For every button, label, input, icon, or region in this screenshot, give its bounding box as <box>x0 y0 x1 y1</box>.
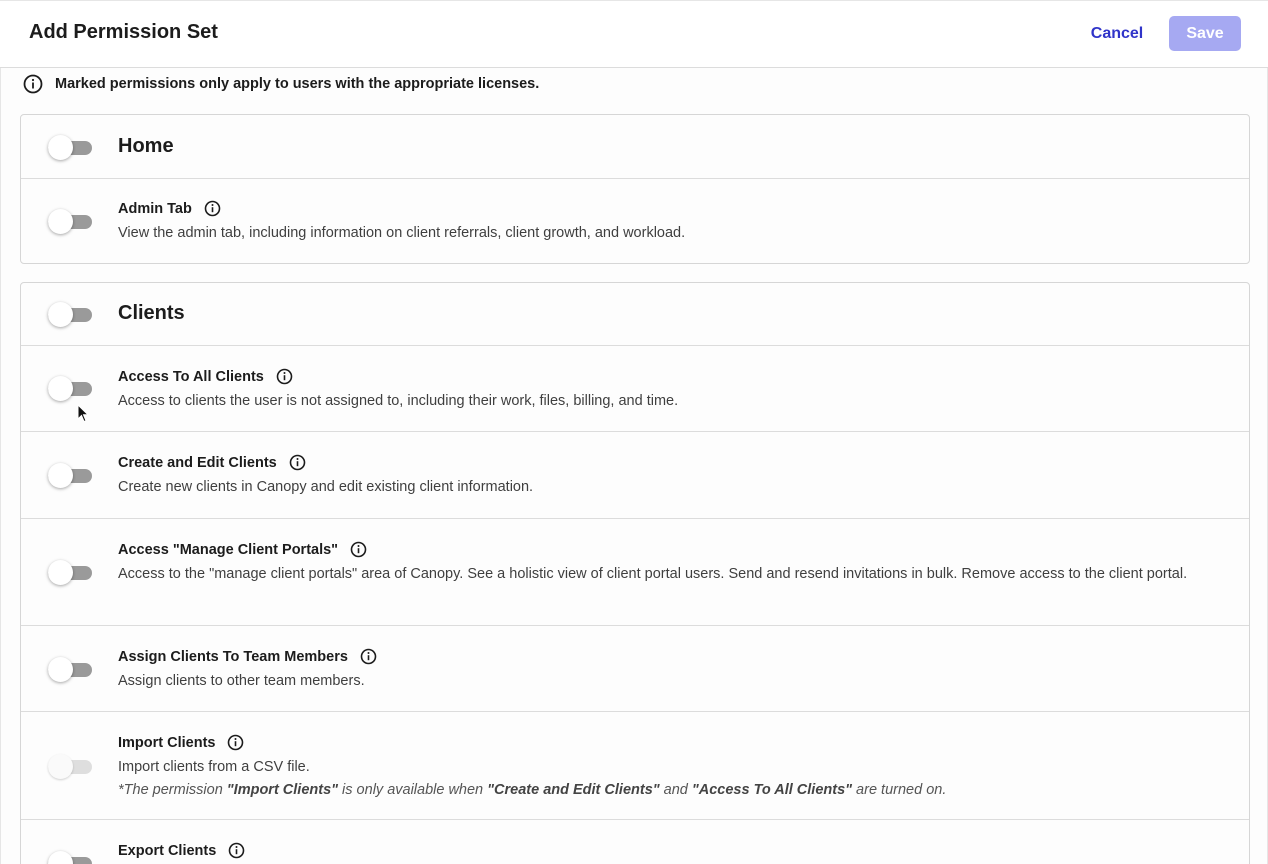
note-text: are turned on. <box>852 782 947 798</box>
section-card-clients: Clients Access To All Clients Access to … <box>20 282 1250 864</box>
section-toggle-clients[interactable] <box>48 302 92 327</box>
note-required-permission: "Create and Edit Clients" <box>487 782 660 798</box>
permission-row-assign-clients: Assign Clients To Team Members Assign cl… <box>21 626 1249 712</box>
section-toggle-home[interactable] <box>48 135 92 160</box>
info-icon[interactable] <box>204 200 221 217</box>
modal-left-border <box>0 68 1 864</box>
permission-toggle-admin-tab[interactable] <box>48 209 92 234</box>
cancel-button[interactable]: Cancel <box>1075 17 1159 51</box>
permission-row-access-all-clients: Access To All Clients Access to clients … <box>21 346 1249 432</box>
permission-row-import-clients: Import Clients Import clients from a CSV… <box>21 712 1249 820</box>
permission-description-create-edit-clients: Create new clients in Canopy and edit ex… <box>118 479 534 495</box>
permission-toggle-assign-clients[interactable] <box>48 657 92 682</box>
permission-title-text: Assign Clients To Team Members <box>118 648 348 665</box>
note-permission-name: "Import Clients" <box>226 782 339 798</box>
permission-title-admin-tab: Admin Tab <box>118 200 221 217</box>
permission-row-manage-client-portals: Access "Manage Client Portals" Access to… <box>21 519 1249 626</box>
mouse-pointer-icon <box>77 404 89 423</box>
note-text: *The permission <box>118 782 227 798</box>
permission-toggle-export-clients[interactable] <box>48 851 92 864</box>
section-title-clients: Clients <box>118 302 185 324</box>
info-icon <box>23 74 43 94</box>
info-icon[interactable] <box>227 734 244 751</box>
page-title: Add Permission Set <box>29 21 218 43</box>
section-header-home: Home <box>21 115 1249 179</box>
permission-title-text: Import Clients <box>118 734 216 751</box>
note-text: is only available when <box>338 782 488 798</box>
info-icon[interactable] <box>360 648 377 665</box>
save-button[interactable]: Save <box>1169 16 1241 51</box>
permission-row-create-edit-clients: Create and Edit Clients Create new clien… <box>21 432 1249 519</box>
permission-title-export-clients: Export Clients <box>118 842 245 859</box>
license-notice: Marked permissions only apply to users w… <box>23 74 539 94</box>
permission-title-text: Admin Tab <box>118 200 192 217</box>
permission-title-import-clients: Import Clients <box>118 734 244 751</box>
info-icon[interactable] <box>289 454 306 471</box>
permission-toggle-manage-client-portals[interactable] <box>48 560 92 585</box>
permission-toggle-create-edit-clients[interactable] <box>48 463 92 488</box>
permission-title-create-edit-clients: Create and Edit Clients <box>118 454 306 471</box>
permission-title-access-all-clients: Access To All Clients <box>118 368 293 385</box>
permission-title-text: Create and Edit Clients <box>118 454 277 471</box>
permission-title-text: Export Clients <box>118 842 217 859</box>
permission-toggle-import-clients[interactable] <box>48 754 92 779</box>
info-icon[interactable] <box>276 368 293 385</box>
permission-requirement-note: *The permission "Import Clients" is only… <box>118 782 946 798</box>
permission-row-export-clients: Export Clients <box>21 820 1249 864</box>
info-icon[interactable] <box>350 541 367 558</box>
section-card-home: Home Admin Tab View the admin tab, inclu… <box>20 114 1250 264</box>
permission-title-manage-client-portals: Access "Manage Client Portals" <box>118 541 367 558</box>
permission-row-admin-tab: Admin Tab View the admin tab, including … <box>21 179 1249 263</box>
note-required-permission: "Access To All Clients" <box>691 782 853 798</box>
permission-description-access-all-clients: Access to clients the user is not assign… <box>118 393 679 409</box>
permission-toggle-access-all-clients[interactable] <box>48 376 92 401</box>
permission-title-text: Access "Manage Client Portals" <box>118 541 339 558</box>
section-header-clients: Clients <box>21 283 1249 346</box>
permission-description-assign-clients: Assign clients to other team members. <box>118 673 365 689</box>
permission-description-manage-client-portals: Access to the "manage client portals" ar… <box>118 566 1188 582</box>
permission-title-text: Access To All Clients <box>118 368 264 385</box>
license-notice-text: Marked permissions only apply to users w… <box>55 76 540 92</box>
modal-header: Add Permission Set Cancel Save <box>0 0 1268 68</box>
info-icon[interactable] <box>228 842 245 859</box>
section-title-home: Home <box>118 135 174 157</box>
permission-title-assign-clients: Assign Clients To Team Members <box>118 648 377 665</box>
permission-description-import-clients: Import clients from a CSV file. <box>118 759 310 775</box>
permission-description-admin-tab: View the admin tab, including informatio… <box>118 225 686 241</box>
note-text: and <box>659 782 692 798</box>
